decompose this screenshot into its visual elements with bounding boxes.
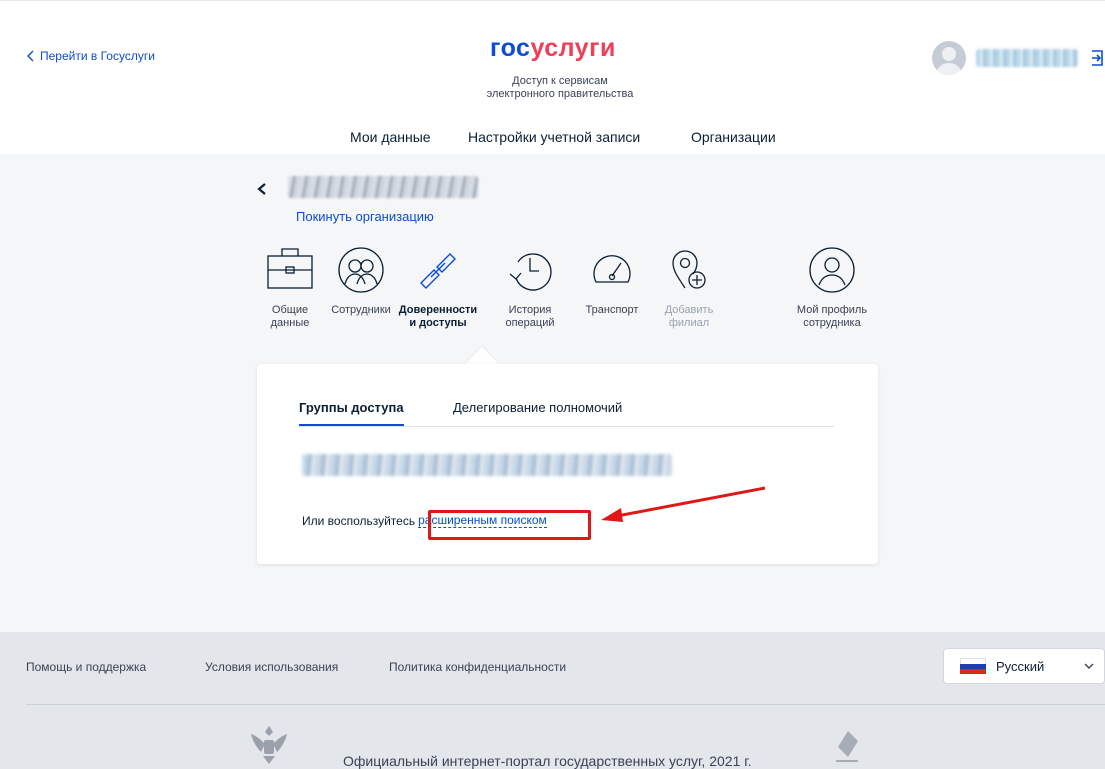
avatar[interactable] xyxy=(932,41,966,75)
russia-flag-icon xyxy=(960,658,986,674)
language-select[interactable]: Русский xyxy=(943,648,1105,684)
organization-name-redacted xyxy=(288,176,478,198)
footer-privacy-link[interactable]: Политика конфиденциальности xyxy=(389,660,566,674)
header: Перейти в Госуслуги госуслуги Доступ к с… xyxy=(0,0,1105,157)
logout-icon[interactable] xyxy=(1090,49,1104,67)
tagline-line-1: Доступ к сервисам xyxy=(512,75,608,87)
chevron-down-icon xyxy=(1084,663,1094,669)
user-name-redacted xyxy=(976,49,1078,67)
nav-organizations[interactable]: Организации xyxy=(691,129,776,157)
section-label: Мой профиль сотрудника xyxy=(796,304,868,329)
profile-icon xyxy=(809,247,855,293)
main-content: Покинуть организацию Общие данные Сотрудн… xyxy=(0,154,1105,632)
logo-part-2: услуги xyxy=(530,34,616,62)
section-transport[interactable]: Транспорт xyxy=(572,244,652,317)
section-general-data[interactable]: Общие данные xyxy=(250,244,330,330)
section-label: Транспорт xyxy=(585,304,639,316)
section-add-branch[interactable]: Добавить филиал xyxy=(649,244,729,330)
tabs: Группы доступа Делегирование полномочий xyxy=(299,400,834,427)
top-navigation: Мои данные Настройки учетной записи Орга… xyxy=(0,119,1105,157)
advanced-search-link[interactable]: расширенным поиском xyxy=(418,513,547,528)
access-groups-card: Группы доступа Делегирование полномочий … xyxy=(257,364,878,564)
section-my-profile[interactable]: Мой профиль сотрудника xyxy=(792,244,872,330)
logo-part-1: гос xyxy=(490,34,531,62)
nav-my-data[interactable]: Мои данные xyxy=(350,129,431,145)
language-label: Русский xyxy=(996,658,1045,674)
gosuslugi-logo[interactable]: госуслуги xyxy=(490,34,616,63)
user-menu[interactable] xyxy=(932,41,1104,75)
tab-delegation[interactable]: Делегирование полномочий xyxy=(453,400,622,424)
add-location-icon xyxy=(672,250,706,289)
search-field-redacted[interactable] xyxy=(302,454,672,476)
tagline: Доступ к сервисам электронного правитель… xyxy=(450,75,670,101)
section-label: Добавить филиал xyxy=(664,304,714,329)
nav-account-settings[interactable]: Настройки учетной записи xyxy=(468,129,640,145)
section-employees[interactable]: Сотрудники xyxy=(321,244,401,317)
tab-access-groups[interactable]: Группы доступа xyxy=(299,400,404,426)
speedometer-icon xyxy=(593,255,631,283)
employees-icon xyxy=(338,247,384,293)
advanced-search-prefix: Или воспользуйтесь xyxy=(302,513,416,528)
digital-ministry-logo-icon xyxy=(836,731,858,762)
back-link-label: Перейти в Госуслуги xyxy=(40,49,155,63)
coat-of-arms-icon xyxy=(251,726,287,764)
back-to-gosuslugi-link[interactable]: Перейти в Госуслуги xyxy=(26,49,155,63)
footer: Помощь и поддержка Условия использования… xyxy=(0,632,1105,769)
chevron-left-icon xyxy=(27,50,34,62)
section-label: История операций xyxy=(505,304,555,329)
section-powers-of-attorney[interactable]: Доверенности и доступы xyxy=(398,244,478,330)
footer-divider xyxy=(26,704,1105,705)
section-label: Сотрудники xyxy=(331,304,391,316)
footer-help-link[interactable]: Помощь и поддержка xyxy=(26,660,146,674)
section-label: Общие данные xyxy=(270,304,310,329)
chevron-left-icon[interactable] xyxy=(255,182,269,196)
tagline-line-2: электронного правительства xyxy=(486,88,634,100)
link-icon xyxy=(420,253,456,289)
section-history[interactable]: История операций xyxy=(490,244,570,330)
copyright-text: Официальный интернет-портал государствен… xyxy=(343,753,752,769)
advanced-search-row: Или воспользуйтесь расширенным поиском xyxy=(302,513,547,528)
footer-terms-link[interactable]: Условия использования xyxy=(205,660,338,674)
history-icon xyxy=(509,253,552,291)
org-sections: Общие данные Сотрудники Доверенности и дос… xyxy=(262,244,882,354)
section-label: Доверенности и доступы xyxy=(398,304,478,329)
briefcase-icon xyxy=(267,248,313,289)
leave-organization-link[interactable]: Покинуть организацию xyxy=(296,209,434,224)
